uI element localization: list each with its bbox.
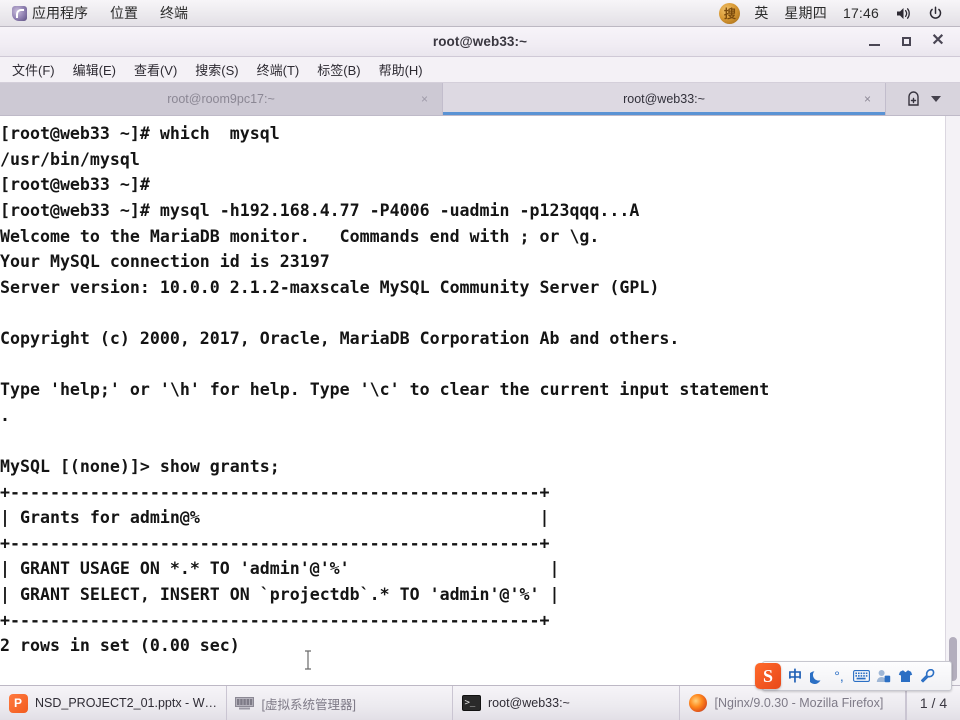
tab-label: root@web33:~: [623, 92, 705, 107]
task-virtual-machine-manager[interactable]: [虚拟系统管理器]: [227, 686, 453, 720]
volume-icon[interactable]: [887, 0, 920, 26]
wps-presentation-icon: P: [8, 693, 28, 713]
panel-menu-terminal-label: 终端: [160, 5, 188, 21]
window-controls: ✕: [858, 27, 954, 56]
settings-wrench-icon[interactable]: [916, 662, 938, 690]
tab-label: root@room9pc17:~: [167, 92, 275, 107]
terminal-scrollbar[interactable]: [945, 116, 960, 685]
workspace-pager[interactable]: 1 / 4: [906, 686, 960, 720]
maximize-icon[interactable]: [890, 26, 922, 56]
terminal-output[interactable]: [root@web33 ~]# which mysql /usr/bin/mys…: [0, 116, 945, 685]
task-label: NSD_PROJECT2_01.pptx - WP…: [35, 696, 218, 710]
new-tab-icon[interactable]: [905, 90, 922, 108]
window-titlebar[interactable]: root@web33:~ ✕: [0, 27, 960, 57]
power-icon[interactable]: [920, 0, 951, 26]
chevron-down-icon[interactable]: [931, 96, 941, 103]
menubar: 文件(F) 编辑(E) 查看(V) 搜索(S) 终端(T) 标签(B) 帮助(H…: [0, 56, 960, 83]
menu-file[interactable]: 文件(F): [3, 57, 64, 82]
panel-menu-applications-label: 应用程序: [32, 5, 88, 21]
panel-menu-terminal[interactable]: 终端: [149, 0, 199, 26]
tab-close-icon[interactable]: ×: [864, 93, 871, 105]
sogou-logo-icon[interactable]: S: [755, 663, 781, 689]
clock-weekday[interactable]: 星期四: [776, 0, 835, 26]
close-icon[interactable]: ✕: [922, 26, 954, 56]
moon-icon[interactable]: [806, 662, 828, 690]
menu-search[interactable]: 搜索(S): [186, 57, 247, 82]
task-firefox[interactable]: [Nginx/9.0.30 - Mozilla Firefox]: [680, 686, 906, 720]
terminal-icon: >_: [461, 693, 481, 713]
page-title: root@web33:~: [432, 33, 528, 49]
tab-bar-tools: [886, 82, 960, 116]
tab-bar: root@room9pc17:~ × root@web33:~ ×: [0, 82, 960, 117]
task-label: root@web33:~: [488, 696, 570, 710]
virtual-machine-manager-icon: [235, 693, 255, 713]
terminal-window: root@web33:~ ✕ 文件(F) 编辑(E) 查看(V) 搜索(S) 终…: [0, 27, 960, 685]
menu-help[interactable]: 帮助(H): [370, 57, 432, 82]
sogou-ime-icon[interactable]: 搜: [719, 2, 741, 24]
chinese-mode-icon[interactable]: 中: [784, 662, 806, 690]
punctuation-icon[interactable]: °,: [828, 662, 850, 690]
panel-menu-places[interactable]: 位置: [99, 0, 149, 26]
user-icon[interactable]: [872, 662, 894, 690]
firefox-icon: [688, 693, 708, 713]
skin-icon[interactable]: [894, 662, 916, 690]
sogou-input-toolbar: S 中 °,: [755, 661, 952, 691]
top-panel-tray: 搜 英 星期四 17:46: [719, 0, 960, 26]
minimize-icon[interactable]: [858, 26, 890, 56]
menu-tabs[interactable]: 标签(B): [308, 57, 369, 82]
tab-close-icon[interactable]: ×: [421, 93, 428, 105]
task-terminal-web33[interactable]: >_ root@web33:~: [453, 686, 680, 720]
panel-menu-places-label: 位置: [110, 5, 138, 21]
menu-view[interactable]: 查看(V): [125, 57, 186, 82]
input-mode-indicator[interactable]: 英: [746, 0, 776, 26]
keyboard-icon[interactable]: [850, 662, 872, 690]
tab-room9pc17[interactable]: root@room9pc17:~ ×: [0, 82, 443, 116]
panel-menu-applications[interactable]: 应用程序: [8, 0, 99, 26]
desktop-screen: 应用程序 位置 终端 搜 英 星期四 17:46 root@web33:~ ✕ …: [0, 0, 960, 720]
top-panel-menus: 应用程序 位置 终端: [0, 0, 199, 26]
task-label: [虚拟系统管理器]: [261, 697, 356, 712]
clock-time[interactable]: 17:46: [835, 0, 887, 26]
terminal-body[interactable]: [root@web33 ~]# which mysql /usr/bin/mys…: [0, 116, 960, 685]
menu-terminal[interactable]: 终端(T): [248, 57, 309, 82]
task-wps-presentation[interactable]: P NSD_PROJECT2_01.pptx - WP…: [0, 686, 227, 720]
task-label: [Nginx/9.0.30 - Mozilla Firefox]: [714, 696, 884, 710]
menu-edit[interactable]: 编辑(E): [64, 57, 125, 82]
fedora-logo-icon: [12, 5, 27, 21]
top-panel: 应用程序 位置 终端 搜 英 星期四 17:46: [0, 0, 960, 27]
tab-web33[interactable]: root@web33:~ ×: [443, 82, 886, 116]
